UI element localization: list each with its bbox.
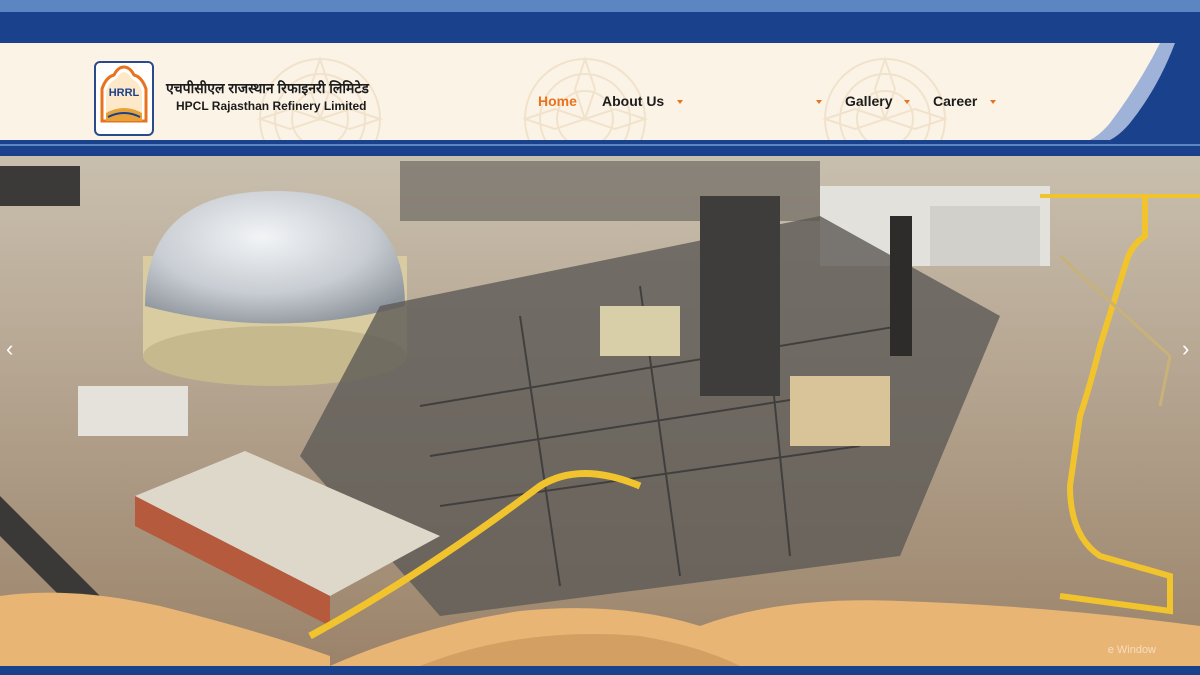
brand-name-english: HPCL Rajasthan Refinery Limited — [176, 99, 367, 113]
slider-prev-arrow[interactable]: ‹ — [6, 336, 13, 362]
nav-home[interactable]: Home — [538, 93, 577, 109]
hero-slider[interactable]: ‹ › — [0, 156, 1200, 666]
header-divider-band — [0, 140, 1200, 156]
hrrl-logo[interactable]: HRRL — [94, 61, 154, 136]
chevron-right-icon: › — [1182, 336, 1190, 361]
refinery-aerial-image — [0, 156, 1200, 666]
brand-name-hindi: एचपीसीएल राजस्थान रिफाइनरी लिमिटेड — [166, 80, 369, 96]
career-dropdown-caret-icon[interactable] — [990, 100, 996, 104]
logo-text: HRRL — [108, 87, 140, 99]
dropdown-caret-icon[interactable] — [816, 100, 822, 104]
nav-about-us[interactable]: About Us — [602, 93, 664, 109]
top-accent-strip — [0, 0, 1200, 12]
windows-activation-watermark: e Window — [1107, 644, 1156, 656]
about-us-dropdown-caret-icon[interactable] — [677, 100, 683, 104]
slider-next-arrow[interactable]: › — [1182, 336, 1189, 362]
nav-gallery[interactable]: Gallery — [845, 93, 892, 109]
bottom-blue-band — [0, 666, 1200, 675]
gallery-dropdown-caret-icon[interactable] — [904, 100, 910, 104]
chevron-left-icon: ‹ — [6, 336, 14, 361]
header-swoosh-decoration — [1090, 43, 1200, 140]
top-blue-band — [0, 12, 1200, 43]
nav-career[interactable]: Career — [933, 93, 977, 109]
site-header: HRRL एचपीसीएल राजस्थान रिफाइनरी लिमिटेड … — [0, 43, 1200, 140]
